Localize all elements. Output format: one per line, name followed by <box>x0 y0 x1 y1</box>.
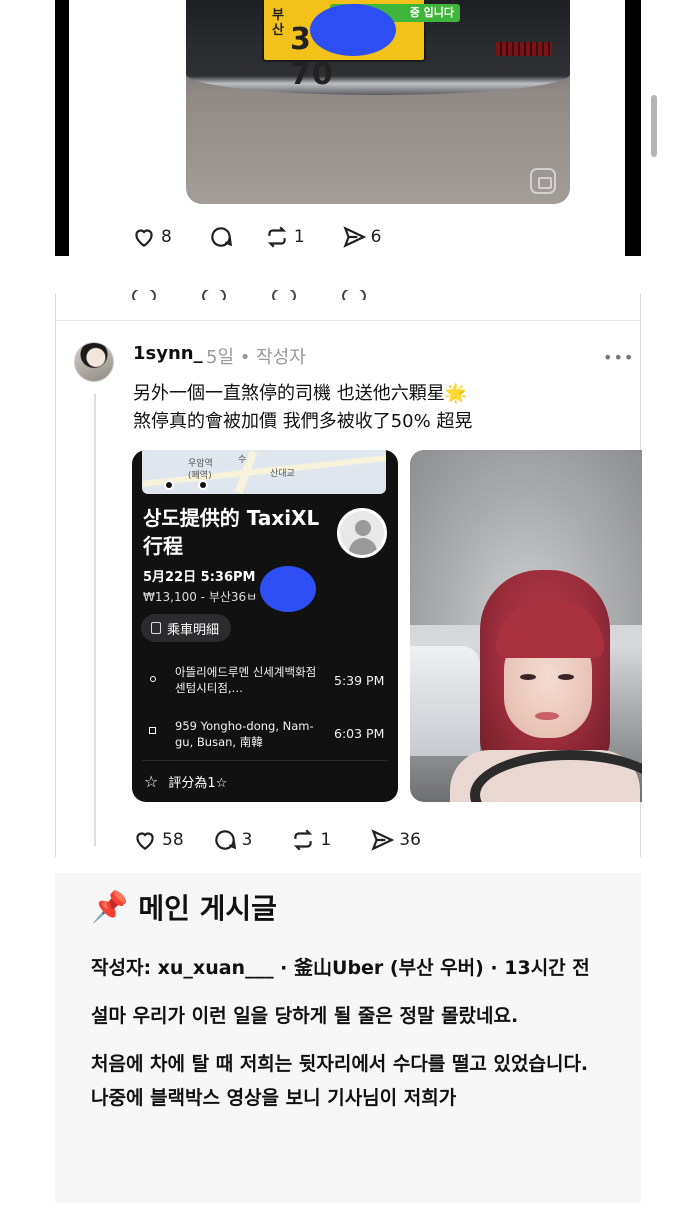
repost-icon <box>267 226 286 248</box>
repost-button[interactable]: 1 <box>290 827 331 853</box>
scrollbar[interactable] <box>651 95 657 157</box>
plate-number-start: 3 <box>290 22 312 57</box>
post-divider <box>56 320 640 321</box>
receipt-divider <box>142 760 388 761</box>
comment-button[interactable]: 3 <box>212 827 253 853</box>
trip-detail-button[interactable]: 乘車明細 <box>141 614 232 642</box>
car-rear-photo[interactable]: 중 입니다 부산 370 <box>186 0 570 204</box>
pickup-address: 아뜰리에드루멘 신세계백화점센텀시티점,… <box>175 665 317 695</box>
cropped-action-icons <box>132 290 432 300</box>
dropoff-square-icon <box>149 727 156 734</box>
share-button[interactable]: 36 <box>369 827 421 853</box>
post-meta: 5일 • 작성자 <box>206 347 306 368</box>
map-pin-icon <box>164 480 174 490</box>
post-text-line1: 另外一個一直煞停的司機 也送他六顆星 <box>133 383 445 404</box>
share-count: 6 <box>370 227 382 247</box>
trip-receipt-image[interactable]: 우암역 (폐역) 수 산대교 상도提供的 TaxiXL 行程 5月22日 5:3… <box>132 450 398 802</box>
top-post-actions: 8 1 6 <box>131 224 417 250</box>
map-label: (폐역) <box>188 471 212 481</box>
driver-avatar-icon <box>337 508 387 558</box>
tail-light <box>496 42 552 56</box>
main-post-title: 메인 게시글 <box>138 892 277 925</box>
trip-title: 상도提供的 TaxiXL 行程 <box>143 506 320 558</box>
reply-post: 1synn_ 5일 • 작성자 ••• 另外一個一直煞停的司機 也送他六顆星🌟 … <box>55 290 642 857</box>
main-post-paragraph: 나중에 블랙박스 영상을 보니 기사님이 저희가 <box>91 1087 457 1109</box>
post-text: 另外一個一直煞停的司機 也送他六顆星🌟 煞停真的會被加價 我們多被收了50% 超… <box>133 380 472 436</box>
share-button[interactable]: 6 <box>341 224 382 250</box>
trip-date: 5月22日 5:36PM <box>143 570 256 585</box>
send-icon <box>343 226 366 248</box>
comment-icon <box>211 227 232 247</box>
main-post-section: 📌 메인 게시글 작성자: xu_xuan___ · 釜山Uber (부산 우버… <box>55 873 641 1203</box>
repost-count: 1 <box>293 227 305 247</box>
heart-icon <box>135 229 153 247</box>
main-post-paragraph: 처음에 차에 탈 때 저희는 뒷자리에서 수다를 떨고 있었습니다. <box>91 1053 589 1075</box>
selfie-photo[interactable] <box>410 450 642 802</box>
like-button[interactable]: 8 <box>131 224 172 250</box>
more-options-icon[interactable]: ••• <box>603 348 634 367</box>
dropoff-address: 959 Yongho-dong, Nam-gu, Busan, 南韓 <box>175 719 314 749</box>
send-icon <box>371 829 395 851</box>
main-post-paragraph: 설마 우리가 이런 일을 당하게 될 줄은 정말 몰랐네요. <box>91 1005 519 1027</box>
like-count: 8 <box>161 227 172 247</box>
image-lens-icon[interactable] <box>530 168 556 194</box>
sparkle-icon: 🌟 <box>444 383 468 404</box>
route-map: 우암역 (폐역) 수 산대교 <box>142 450 386 494</box>
share-count: 36 <box>399 830 421 850</box>
censor-blob <box>260 566 316 612</box>
pushpin-icon: 📌 <box>91 889 129 925</box>
trip-fare: ₩13,100 - 부산36ㅂ <box>143 590 258 604</box>
license-plate: 중 입니다 부산 370 <box>262 0 460 92</box>
receipt-doc-icon <box>151 622 161 634</box>
heart-icon <box>136 832 154 850</box>
map-label: 수 <box>238 455 247 465</box>
comment-icon <box>214 830 236 850</box>
pickup-time: 5:39 PM <box>334 673 385 688</box>
map-label: 산대교 <box>270 469 295 479</box>
plate-region: 부산 <box>272 8 284 38</box>
thread-line <box>94 394 96 846</box>
comment-button[interactable] <box>208 224 234 250</box>
post-text-line2: 煞停真的會被加價 我們多被收了50% 超晃 <box>133 411 473 432</box>
avatar[interactable] <box>74 342 114 382</box>
repost-button[interactable]: 1 <box>264 224 305 250</box>
reply-post-actions: 58 3 1 36 <box>132 827 449 853</box>
comment-count: 3 <box>241 830 253 850</box>
main-post-body: 작성자: xu_xuan___ · 釜山Uber (부산 우버) · 13시간 … <box>91 951 611 1115</box>
censor-blob <box>310 4 396 56</box>
dropoff-time: 6:03 PM <box>334 726 385 741</box>
plate-number-end: 70 <box>290 57 334 92</box>
repost-count: 1 <box>320 830 332 850</box>
trip-detail-label: 乘車明細 <box>167 622 220 638</box>
like-button[interactable]: 58 <box>132 827 184 853</box>
trip-rating: ☆ 評分為1☆ <box>144 772 227 791</box>
main-post-byline: 작성자: xu_xuan___ · 釜山Uber (부산 우버) · 13시간 … <box>91 957 590 979</box>
repost-icon <box>294 829 313 851</box>
map-pin-icon <box>198 480 208 490</box>
pickup-dot-icon <box>150 676 156 682</box>
star-icon: ☆ <box>144 772 159 791</box>
rating-text: 評分為1☆ <box>168 776 228 791</box>
like-count: 58 <box>162 830 184 850</box>
main-post-heading: 📌 메인 게시글 <box>91 887 277 927</box>
username[interactable]: 1synn_ <box>133 343 203 364</box>
